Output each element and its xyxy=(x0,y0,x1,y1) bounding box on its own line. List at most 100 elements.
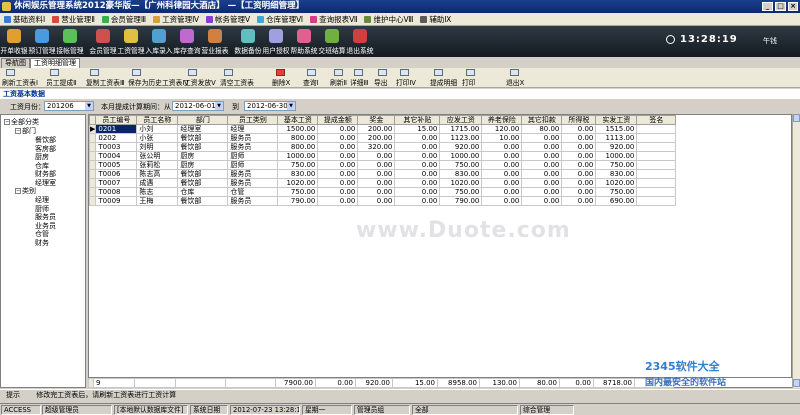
table-cell[interactable] xyxy=(636,187,677,197)
tree-leaf-dept[interactable]: 仓库 xyxy=(35,162,49,170)
table-cell[interactable]: 0.00 xyxy=(561,196,597,206)
table-cell[interactable]: 0202 xyxy=(95,133,138,143)
table-row[interactable]: T0005 张莉松 厨房 厨师 750.00 0.00 0.00 0.00 750.00 0.00… xyxy=(89,160,677,170)
table-cell[interactable]: 1113.00 xyxy=(595,133,638,143)
toolbar-button-10[interactable]: 帮助系统 xyxy=(290,26,318,57)
table-row[interactable]: ▶ 0201 小刘 经理室 经理 1500.00 0.00 200.00 15.00 1715.0… xyxy=(89,124,677,134)
column-header[interactable]: 奖金 xyxy=(357,115,396,125)
toolbar-button-4[interactable]: 工资管理 xyxy=(117,26,145,57)
table-cell[interactable]: 200.00 xyxy=(357,124,396,134)
table-cell[interactable]: 小张 xyxy=(136,133,179,143)
tree-leaf-dept[interactable]: 厨房 xyxy=(35,153,49,161)
table-cell[interactable]: 0.00 xyxy=(561,142,597,152)
table-cell[interactable]: 0.00 xyxy=(357,178,396,188)
table-cell[interactable]: 1000.00 xyxy=(277,151,319,161)
table-cell[interactable]: 0.00 xyxy=(317,178,359,188)
table-cell[interactable]: T0007 xyxy=(95,178,138,188)
menu-item-6[interactable]: 查询报表Ⅶ xyxy=(310,14,357,25)
column-header[interactable]: 实发工资 xyxy=(595,115,638,125)
table-cell[interactable]: 0.00 xyxy=(357,169,396,179)
table-cell[interactable]: 0.00 xyxy=(357,187,396,197)
salary-action-5[interactable]: 清空工资表 xyxy=(220,69,254,87)
toolbar-button-11[interactable]: 交班结算 xyxy=(318,26,346,57)
salary-action-1[interactable]: 员工提成Ⅱ xyxy=(46,69,77,87)
menu-item-7[interactable]: 维护中心Ⅷ xyxy=(364,14,413,25)
table-cell[interactable]: 张莉松 xyxy=(136,160,179,170)
table-cell[interactable]: 餐饮部 xyxy=(177,169,229,179)
scroll-down-button[interactable] xyxy=(793,379,800,387)
table-cell[interactable]: 0.00 xyxy=(561,178,597,188)
table-row[interactable]: T0006 陈志高 餐饮部 服务员 830.00 0.00 0.00 0.00 830.00 0.… xyxy=(89,169,677,179)
toolbar-button-8[interactable]: 数据备份 xyxy=(234,26,262,57)
column-header[interactable]: 其它扣款 xyxy=(521,115,563,125)
salary-action-9[interactable]: 详细Ⅲ xyxy=(350,69,368,87)
tree-leaf-category[interactable]: 财务 xyxy=(35,239,49,247)
table-cell[interactable]: 成遇 xyxy=(136,178,179,188)
expand-toggle-icon[interactable]: − xyxy=(15,128,21,134)
menu-item-3[interactable]: 工资管理Ⅳ xyxy=(153,14,199,25)
table-cell[interactable]: 王梅 xyxy=(136,196,179,206)
salary-action-4[interactable]: 工资发放Ⅴ xyxy=(184,69,216,87)
table-cell[interactable]: 830.00 xyxy=(595,169,638,179)
table-cell[interactable]: 0201 xyxy=(95,124,138,134)
column-header[interactable]: 员工类别 xyxy=(227,115,279,125)
table-cell[interactable] xyxy=(636,196,677,206)
tree-leaf-dept[interactable]: 餐饮部 xyxy=(35,136,56,144)
table-cell[interactable]: 0.00 xyxy=(317,151,359,161)
table-cell[interactable]: 0.00 xyxy=(394,178,441,188)
tab-salary-detail[interactable]: 工资明细管理 xyxy=(30,58,80,68)
table-cell[interactable]: 0.00 xyxy=(521,169,563,179)
tree-leaf-category[interactable]: 业务员 xyxy=(35,222,56,230)
table-cell[interactable]: 750.00 xyxy=(439,160,483,170)
column-header[interactable]: 提成金额 xyxy=(317,115,359,125)
tree-leaf-dept[interactable]: 经理室 xyxy=(35,179,56,187)
salary-action-7[interactable]: 查询Ⅰ xyxy=(303,69,319,87)
table-cell[interactable]: 15.00 xyxy=(394,124,441,134)
table-cell[interactable]: 0.00 xyxy=(561,169,597,179)
table-cell[interactable] xyxy=(636,169,677,179)
table-cell[interactable]: 1000.00 xyxy=(439,151,483,161)
table-cell[interactable]: 陈志 xyxy=(136,187,179,197)
menu-item-8[interactable]: 辅助Ⅸ xyxy=(420,14,451,25)
table-cell[interactable]: 0.00 xyxy=(481,142,523,152)
toolbar-button-2[interactable]: 接帐管理 xyxy=(56,26,84,57)
table-cell[interactable]: 830.00 xyxy=(277,169,319,179)
toolbar-button-6[interactable]: 库存查询 xyxy=(173,26,201,57)
table-cell[interactable]: 0.00 xyxy=(521,142,563,152)
salary-action-6[interactable]: 删除Ⅹ xyxy=(272,69,290,87)
column-header[interactable]: 员工名称 xyxy=(136,115,179,125)
table-cell[interactable]: 0.00 xyxy=(481,169,523,179)
tree-node-dept[interactable]: − 部门 xyxy=(15,127,36,135)
column-header[interactable]: 应发工资 xyxy=(439,115,483,125)
table-cell[interactable]: 1020.00 xyxy=(595,178,638,188)
table-cell[interactable]: 690.00 xyxy=(595,196,638,206)
table-cell[interactable]: 0.00 xyxy=(317,133,359,143)
table-cell[interactable] xyxy=(636,133,677,143)
salary-action-3[interactable]: 保存为历史工资表Ⅳ xyxy=(128,69,189,87)
table-cell[interactable]: 0.00 xyxy=(561,187,597,197)
table-cell[interactable]: 1500.00 xyxy=(277,124,319,134)
table-cell[interactable]: 1000.00 xyxy=(595,151,638,161)
table-cell[interactable]: T0006 xyxy=(95,169,138,179)
column-header[interactable]: 所得税 xyxy=(561,115,597,125)
table-row[interactable]: T0008 陈志 仓库 仓管 750.00 0.00 0.00 0.00 750.00 0.00 0… xyxy=(89,187,677,197)
table-cell[interactable]: 0.00 xyxy=(561,124,597,134)
table-cell[interactable] xyxy=(636,151,677,161)
menu-item-0[interactable]: 基础资料Ⅰ xyxy=(4,14,45,25)
table-cell[interactable]: 0.00 xyxy=(521,133,563,143)
salary-action-10[interactable]: 导出 xyxy=(374,69,388,87)
table-cell[interactable]: 服务员 xyxy=(227,133,279,143)
column-header[interactable]: 部门 xyxy=(177,115,229,125)
table-cell[interactable]: 800.00 xyxy=(277,133,319,143)
table-cell[interactable]: 0.00 xyxy=(481,178,523,188)
table-cell[interactable]: 0.00 xyxy=(394,151,441,161)
table-cell[interactable]: 1123.00 xyxy=(439,133,483,143)
salary-action-11[interactable]: 打印Ⅳ xyxy=(396,69,416,87)
tree-leaf-category[interactable]: 服务员 xyxy=(35,213,56,221)
table-cell[interactable]: 10.00 xyxy=(481,133,523,143)
toolbar-button-5[interactable]: 入库录入 xyxy=(145,26,173,57)
salary-action-8[interactable]: 刷新Ⅱ xyxy=(330,69,347,87)
table-cell[interactable]: T0005 xyxy=(95,160,138,170)
toolbar-button-12[interactable]: 退出系统 xyxy=(346,26,374,57)
table-cell[interactable]: 790.00 xyxy=(277,196,319,206)
